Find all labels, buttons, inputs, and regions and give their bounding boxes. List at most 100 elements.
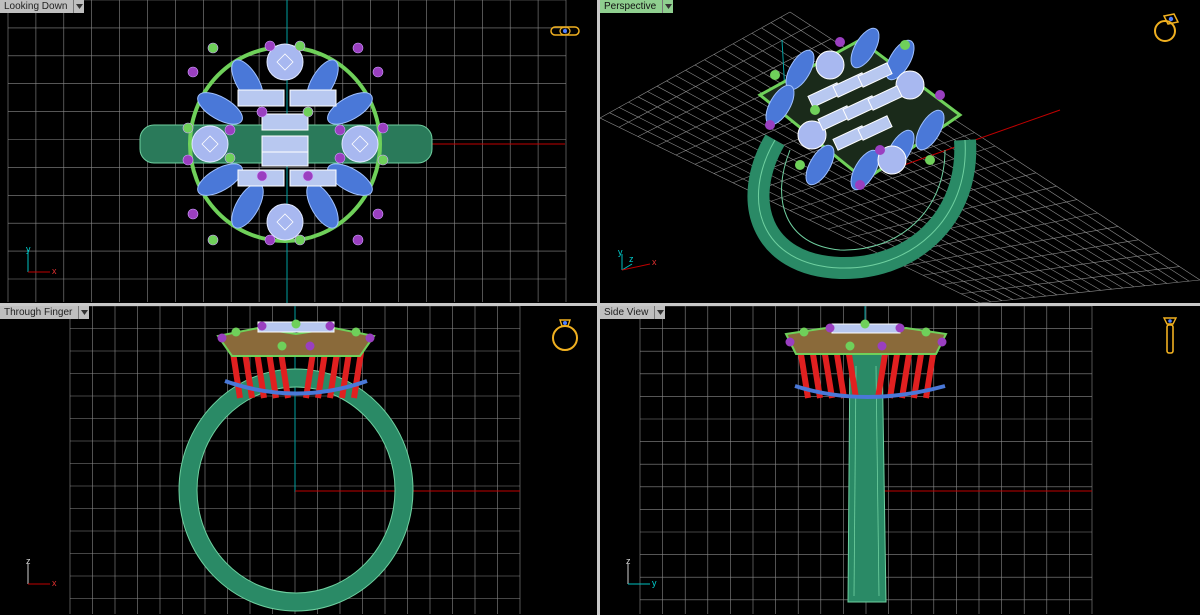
ring-side-icon[interactable] — [1160, 314, 1180, 356]
ring-perspective-icon[interactable] — [1152, 12, 1182, 44]
vertical-divider[interactable] — [597, 0, 600, 615]
accent-bead — [182, 122, 194, 134]
red-prong — [887, 347, 901, 399]
viewport-looking-down[interactable]: Looking Down y x — [0, 0, 597, 303]
accent-bead — [305, 341, 315, 351]
accent-bead — [351, 327, 361, 337]
viewport-side-view[interactable]: Side View z y — [600, 306, 1200, 615]
accent-bead — [835, 37, 845, 47]
viewport-perspective[interactable]: Perspective y z x — [600, 0, 1200, 303]
accent-bead — [352, 42, 364, 54]
accent-bead — [302, 170, 314, 182]
axis-h-label: x — [52, 578, 57, 588]
accent-bead — [925, 155, 935, 165]
round-stone — [815, 50, 845, 80]
dropdown-arrow-icon[interactable] — [655, 306, 666, 319]
accent-bead — [377, 154, 389, 166]
accent-bead — [256, 106, 268, 118]
dropdown-arrow-icon[interactable] — [79, 306, 90, 319]
axis-v-label: y — [618, 247, 623, 257]
axis-gizmo: z x — [22, 556, 62, 590]
red-prong — [821, 347, 835, 399]
accent-bead — [187, 208, 199, 220]
accent-bead — [294, 40, 306, 52]
accent-bead — [325, 321, 335, 331]
accent-bead — [825, 323, 835, 333]
viewport-label[interactable]: Side View — [600, 306, 656, 319]
accent-bead — [895, 323, 905, 333]
accent-bead — [770, 70, 780, 80]
ring-front-icon[interactable] — [549, 316, 581, 352]
accent-bead — [810, 105, 820, 115]
accent-bead — [921, 327, 931, 337]
accent-bead — [855, 180, 865, 190]
accent-bead — [256, 170, 268, 182]
accent-bead — [845, 341, 855, 351]
accent-bead — [224, 152, 236, 164]
accent-bead — [365, 333, 375, 343]
side-view-scene[interactable] — [600, 306, 1200, 615]
accent-bead — [207, 234, 219, 246]
dropdown-arrow-icon[interactable] — [74, 0, 85, 13]
baguette-stone — [289, 169, 337, 187]
viewport-tab[interactable]: Perspective — [600, 0, 674, 13]
red-prong — [833, 347, 847, 399]
accent-bead — [860, 319, 870, 329]
accent-bead — [224, 124, 236, 136]
accent-bead — [231, 327, 241, 337]
viewport-label[interactable]: Perspective — [600, 0, 664, 13]
through-finger-scene[interactable] — [0, 306, 597, 615]
accent-bead — [334, 152, 346, 164]
axis-gizmo: y z x — [614, 247, 664, 280]
accent-bead — [187, 66, 199, 78]
accent-bead — [352, 234, 364, 246]
accent-bead — [875, 145, 885, 155]
viewport-tab[interactable]: Looking Down — [0, 0, 85, 13]
accent-bead — [377, 122, 389, 134]
axis-h-label: x — [652, 257, 657, 267]
accent-bead — [900, 40, 910, 50]
viewport-tab[interactable]: Side View — [600, 306, 666, 319]
axis-gizmo: z y — [622, 556, 662, 590]
round-stone — [191, 125, 229, 163]
accent-bead — [291, 319, 301, 329]
accent-bead — [182, 154, 194, 166]
accent-bead — [935, 90, 945, 100]
looking-down-scene[interactable] — [0, 0, 597, 303]
viewport-through-finger[interactable]: Through Finger z x — [0, 306, 597, 615]
viewport-tab[interactable]: Through Finger — [0, 306, 90, 319]
baguette-stone — [289, 89, 337, 107]
round-stone — [266, 203, 304, 241]
accent-bead — [937, 337, 947, 347]
accent-bead — [302, 106, 314, 118]
accent-bead — [294, 234, 306, 246]
axis-h-label: x — [52, 266, 57, 276]
accent-bead — [257, 321, 267, 331]
accent-bead — [264, 234, 276, 246]
axis-z-label: z — [629, 254, 634, 264]
ring-setting-perspective — [757, 27, 963, 191]
baguette-stone — [261, 135, 309, 153]
accent-bead — [372, 66, 384, 78]
accent-bead — [877, 341, 887, 351]
ring-setting-top — [182, 40, 389, 246]
baguette-stone — [261, 113, 309, 131]
accent-bead — [799, 327, 809, 337]
axis-v-label: z — [26, 556, 31, 566]
accent-bead — [795, 160, 805, 170]
perspective-scene[interactable] — [600, 0, 1200, 303]
dropdown-arrow-icon[interactable] — [663, 0, 674, 13]
viewport-label[interactable]: Through Finger — [0, 306, 80, 319]
accent-bead — [277, 341, 287, 351]
accent-bead — [217, 333, 227, 343]
horizontal-divider[interactable] — [0, 303, 1200, 306]
axis-h-label: y — [652, 578, 657, 588]
accent-bead — [334, 124, 346, 136]
viewport-label[interactable]: Looking Down — [0, 0, 75, 13]
accent-bead — [264, 40, 276, 52]
ring-top-icon[interactable] — [549, 22, 581, 40]
baguette-stone — [237, 89, 285, 107]
axis-v-label: z — [626, 556, 631, 566]
red-prong — [899, 347, 913, 399]
accent-bead — [372, 208, 384, 220]
